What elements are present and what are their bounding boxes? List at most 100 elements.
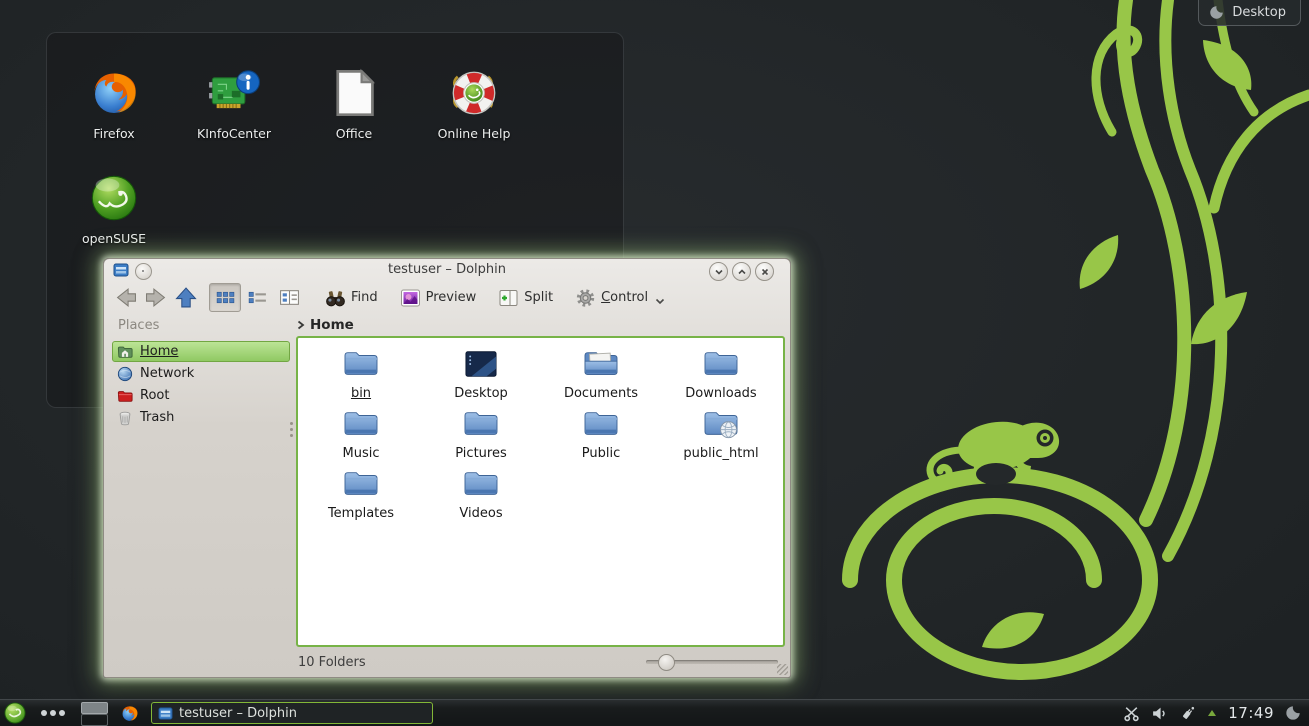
home-icon	[117, 344, 133, 360]
window-resize-grip[interactable]	[777, 664, 788, 675]
folder-item-desktop[interactable]: Desktop	[423, 348, 539, 401]
main-toolbar: Find Preview Split Control	[104, 282, 790, 313]
clock[interactable]: 17:49	[1228, 704, 1274, 722]
folder-item-templates[interactable]: Templates	[303, 468, 419, 521]
cashew-icon	[1209, 5, 1224, 20]
office-icon	[328, 67, 380, 119]
desktop-icon-online-help[interactable]: Online Help	[419, 67, 529, 141]
folder-icon	[341, 348, 381, 380]
public-html-folder-icon	[701, 408, 741, 440]
klipper-scissors-icon[interactable]	[1123, 705, 1140, 722]
desktop-icon-kinfocenter[interactable]: KInfoCenter	[179, 67, 289, 141]
statusbar: 10 Folders	[104, 649, 790, 677]
folder-view[interactable]: bin Desktop Documents Downloads Music Picture…	[296, 336, 785, 647]
breadcrumb: Home	[297, 315, 354, 335]
up-button[interactable]	[174, 287, 198, 308]
folder-item-label: Videos	[423, 506, 539, 521]
places-item-network[interactable]: Network	[112, 363, 290, 384]
folder-icon	[581, 408, 621, 440]
places-item-trash[interactable]: Trash	[112, 407, 290, 428]
icons-view-icon	[215, 288, 236, 307]
preview-button[interactable]: Preview	[396, 286, 481, 310]
control-icon	[575, 288, 596, 308]
folder-item-label: Downloads	[663, 386, 779, 401]
pager-desktop-2[interactable]	[81, 714, 108, 726]
folder-item-label: public_html	[663, 446, 779, 461]
window-titlebar[interactable]: testuser – Dolphin	[104, 259, 790, 281]
desktop-icon-label: Office	[299, 126, 409, 141]
minimize-button[interactable]	[709, 262, 728, 281]
virtual-desktop-pager[interactable]	[80, 701, 108, 725]
places-item-label: Network	[140, 366, 194, 381]
places-item-label: Home	[140, 344, 178, 359]
volume-icon	[1151, 705, 1168, 722]
panel-splitter-handle[interactable]	[289, 419, 294, 539]
volume-icon[interactable]	[1151, 705, 1168, 722]
split-button[interactable]: Split	[494, 286, 557, 310]
folder-item-public[interactable]: Public	[543, 408, 659, 461]
desktop-screen: Desktop Firefox KInfoCenter Office Online H…	[0, 0, 1309, 726]
klipper-scissors-icon	[1123, 705, 1140, 722]
pager-desktop-1[interactable]	[81, 702, 108, 714]
desktop-icon-office[interactable]: Office	[299, 67, 409, 141]
control-button[interactable]: Control	[571, 286, 669, 310]
panel-dots-button[interactable]	[40, 708, 66, 718]
close-button[interactable]	[755, 262, 774, 281]
device-notifier-icon[interactable]	[1179, 705, 1196, 722]
folder-item-videos[interactable]: Videos	[423, 468, 539, 521]
places-panel: Places Home Network Root Trash	[110, 315, 292, 647]
places-item-root[interactable]: Root	[112, 385, 290, 406]
dolphin-icon	[158, 706, 173, 721]
kickoff-menu-button[interactable]	[4, 702, 26, 724]
chevron-down-icon	[714, 267, 724, 277]
find-icon	[325, 288, 346, 308]
zoom-slider[interactable]	[646, 656, 778, 668]
window-title: testuser – Dolphin	[104, 262, 790, 277]
folder-item-documents[interactable]: Documents	[543, 348, 659, 401]
folder-icon	[701, 348, 741, 380]
folder-item-label: Music	[303, 446, 419, 461]
desktop-folder-icon	[461, 348, 501, 380]
folder-item-music[interactable]: Music	[303, 408, 419, 461]
folder-item-downloads[interactable]: Downloads	[663, 348, 779, 401]
system-tray: 17:49	[1123, 700, 1309, 726]
icons-view-button[interactable]	[209, 283, 241, 312]
breadcrumb-home[interactable]: Home	[310, 317, 354, 333]
documents-folder-icon	[581, 348, 621, 380]
forward-button[interactable]	[144, 287, 168, 308]
places-header: Places	[118, 318, 292, 333]
toolbar-button-label: Find	[351, 290, 378, 305]
root-icon	[117, 388, 133, 404]
task-button-dolphin[interactable]: testuser – Dolphin	[151, 702, 433, 724]
maximize-button[interactable]	[732, 262, 751, 281]
tray-expand-arrow-icon[interactable]	[1207, 709, 1217, 717]
desktop-icon-label: Firefox	[59, 126, 169, 141]
folder-item-public-html[interactable]: public_html	[663, 408, 779, 461]
firefox-launcher[interactable]	[120, 704, 139, 723]
panel-toolbox-cashew[interactable]	[1285, 705, 1301, 721]
desktop-icon-opensuse[interactable]: openSUSE	[59, 172, 169, 246]
back-button[interactable]	[114, 287, 138, 308]
folder-item-bin[interactable]: bin	[303, 348, 419, 401]
folder-item-label: Public	[543, 446, 659, 461]
opensuse-icon	[88, 172, 140, 224]
chevron-up-icon	[737, 267, 747, 277]
places-item-label: Trash	[140, 410, 174, 425]
places-item-home[interactable]: Home	[112, 341, 290, 362]
find-button[interactable]: Find	[321, 286, 382, 310]
folder-item-label: Desktop	[423, 386, 539, 401]
folder-item-pictures[interactable]: Pictures	[423, 408, 539, 461]
columns-view-button[interactable]	[273, 283, 305, 312]
desktop-icon-firefox[interactable]: Firefox	[59, 67, 169, 141]
zoom-slider-handle[interactable]	[658, 654, 675, 671]
trash-icon	[117, 410, 133, 426]
kinfocenter-icon	[208, 67, 260, 119]
firefox-icon	[88, 67, 140, 119]
folder-item-label: Templates	[303, 506, 419, 521]
desktop-toolbox-button[interactable]: Desktop	[1198, 0, 1301, 26]
device-notifier-icon	[1179, 705, 1196, 722]
toolbar-button-label: Split	[524, 290, 553, 305]
details-view-button[interactable]	[241, 283, 273, 312]
folder-item-label: Documents	[543, 386, 659, 401]
columns-view-icon	[279, 288, 300, 307]
